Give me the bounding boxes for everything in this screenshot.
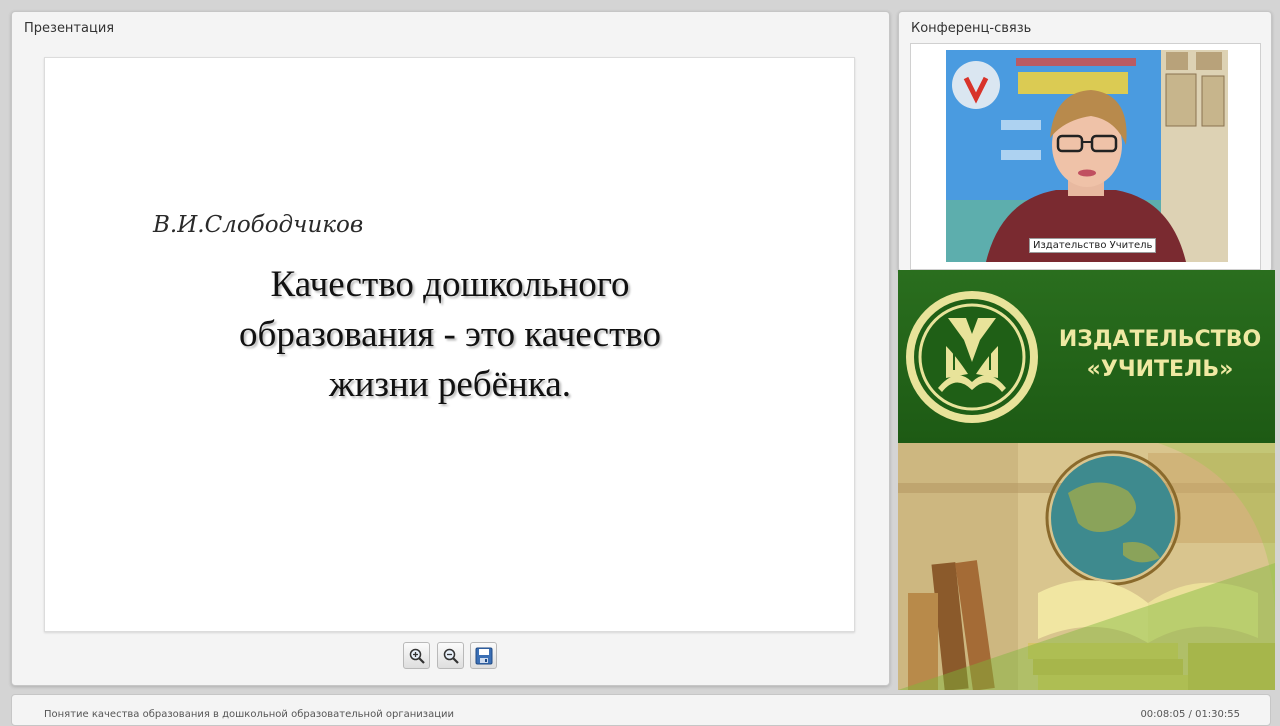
save-button[interactable] [470,642,497,669]
zoom-out-icon [443,648,459,664]
playback-timecode: 00:08:05 / 01:30:55 [1140,709,1240,720]
publisher-name-line2: «УЧИТЕЛЬ» [1086,357,1234,382]
conference-panel-title: Конференц-связь [911,21,1032,36]
publisher-logo-banner: ИЗДАТЕЛЬСТВО «УЧИТЕЛЬ» [898,270,1275,443]
zoom-in-button[interactable] [403,642,430,669]
conference-panel: Конференц-связь Издательство Учитель [898,11,1272,272]
publisher-name-line1: ИЗДАТЕЛЬСТВО [1058,327,1262,352]
lecture-title: Понятие качества образования в дошкольно… [44,709,455,720]
publisher-logo-emblem [906,291,1038,423]
slide-quote: Качество дошкольного образования - это к… [239,264,661,405]
books-globe-illustration [898,443,1275,690]
presentation-panel-title: Презентация [24,21,115,36]
speaker-video-image [946,50,1228,262]
video-participant-label: Издательство Учитель [1029,238,1157,253]
zoom-out-button[interactable] [437,642,464,669]
books-globe-image [898,443,1275,690]
presentation-slide: В.И.Слободчиков Качество дошкольного обр… [44,57,855,632]
zoom-in-icon [409,648,425,664]
publisher-name: ИЗДАТЕЛЬСТВО «УЧИТЕЛЬ» [1050,325,1270,385]
speaker-video: Издательство Учитель [946,50,1228,262]
save-icon [475,647,493,665]
presentation-panel: Презентация В.И.Слободчиков Качество дош… [11,11,890,686]
video-frame: Издательство Учитель [910,43,1261,270]
slide-author: В.И.Слободчиков [153,212,364,238]
footer-bar: Понятие качества образования в дошкольно… [11,694,1271,726]
